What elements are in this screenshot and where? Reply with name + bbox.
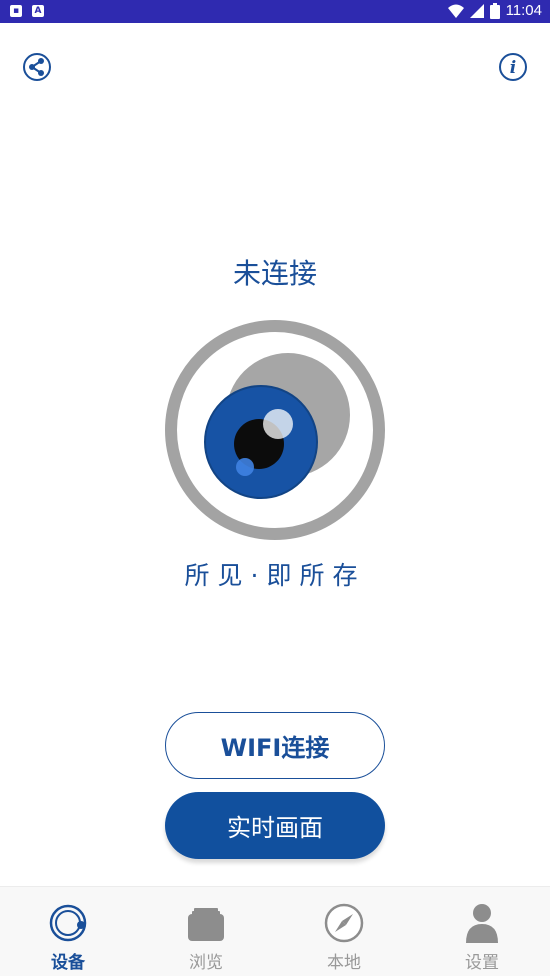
tab-local-label: 本地 [327, 953, 361, 973]
slogan: 所见·即所存 [184, 561, 366, 590]
info-icon[interactable]: i [498, 52, 528, 82]
tab-settings[interactable]: 设置 [432, 887, 532, 976]
wifi-signal-icon [447, 4, 464, 18]
cell-signal-icon [469, 3, 484, 18]
svg-text:i: i [510, 58, 516, 78]
tab-local[interactable]: 本地 [294, 887, 394, 976]
tab-device[interactable]: 设备 [18, 887, 118, 976]
eye-logo-icon [163, 318, 387, 542]
live-view-button[interactable]: 实时画面 [165, 792, 385, 859]
user-icon [466, 904, 498, 943]
battery-icon [489, 2, 500, 19]
android-icon: ▪ [10, 5, 22, 17]
connection-status: 未连接 [232, 257, 317, 290]
tab-browse-label: 浏览 [189, 953, 223, 973]
album-icon [188, 908, 224, 941]
device-icon [49, 904, 87, 942]
tab-settings-label: 设置 [465, 953, 499, 973]
a-icon: A [32, 5, 44, 17]
tab-device-label: 设备 [51, 953, 85, 973]
compass-icon [324, 903, 364, 943]
wifi-connect-button[interactable]: WIFI连接 [165, 712, 385, 779]
bottom-tab-bar: 设备 浏览 本地 设置 [0, 886, 550, 976]
status-time: 11:04 [505, 2, 542, 19]
share-nodes-icon[interactable] [22, 52, 52, 82]
status-bar: ▪ A 11:04 [0, 0, 550, 23]
tab-browse[interactable]: 浏览 [156, 887, 256, 976]
